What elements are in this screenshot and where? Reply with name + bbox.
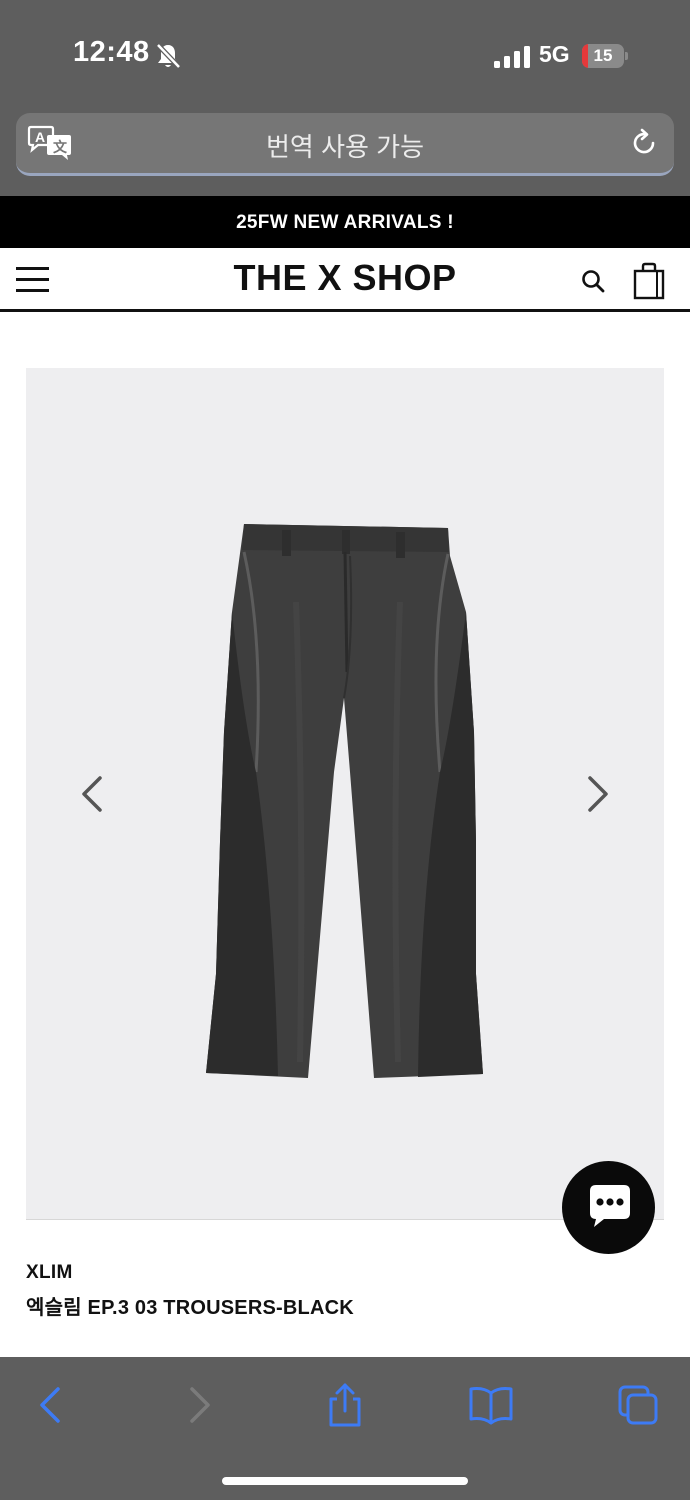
product-image[interactable] <box>204 522 488 1082</box>
translate-icon[interactable]: A 文 <box>26 125 74 163</box>
cellular-signal-icon <box>494 46 530 68</box>
shopping-bag-icon[interactable] <box>633 262 665 300</box>
bell-slash-icon <box>156 43 181 69</box>
tabs-icon[interactable] <box>614 1381 662 1429</box>
svg-text:A: A <box>35 129 45 145</box>
browser-top-chrome: 12:48 5G 15 A 文 번역 사용 가능 <box>0 0 690 196</box>
status-time: 12:48 <box>73 36 150 68</box>
address-bar[interactable]: A 文 번역 사용 가능 <box>16 113 674 176</box>
product-gallery[interactable] <box>26 368 664 1220</box>
promo-banner[interactable]: 25FW NEW ARRIVALS ! <box>0 196 690 248</box>
battery-percent: 15 <box>593 46 613 65</box>
battery-icon: 15 <box>582 44 628 68</box>
svg-text:文: 文 <box>53 139 68 156</box>
product-title[interactable]: 엑슬림 EP.3 03 TROUSERS-BLACK <box>26 1291 354 1320</box>
chevron-right-icon[interactable] <box>584 774 612 814</box>
network-type: 5G <box>539 41 570 67</box>
address-text[interactable]: 번역 사용 가능 <box>76 127 614 164</box>
back-icon[interactable] <box>26 1381 74 1429</box>
app-screen: 12:48 5G 15 A 文 번역 사용 가능 25FW NEW ARRIVA… <box>0 0 690 1500</box>
product-brand[interactable]: XLIM <box>26 1262 73 1284</box>
reload-icon[interactable] <box>628 127 660 159</box>
chevron-left-icon[interactable] <box>78 774 106 814</box>
browser-toolbar <box>0 1357 690 1500</box>
chat-button[interactable] <box>562 1161 655 1254</box>
share-icon[interactable] <box>321 1381 369 1429</box>
home-indicator <box>222 1477 468 1485</box>
chat-bubble-icon[interactable] <box>562 1161 655 1254</box>
forward-icon[interactable] <box>176 1381 224 1429</box>
bookmarks-icon[interactable] <box>467 1381 515 1429</box>
site-header: THE X SHOP <box>0 248 690 312</box>
search-icon[interactable] <box>580 268 606 294</box>
